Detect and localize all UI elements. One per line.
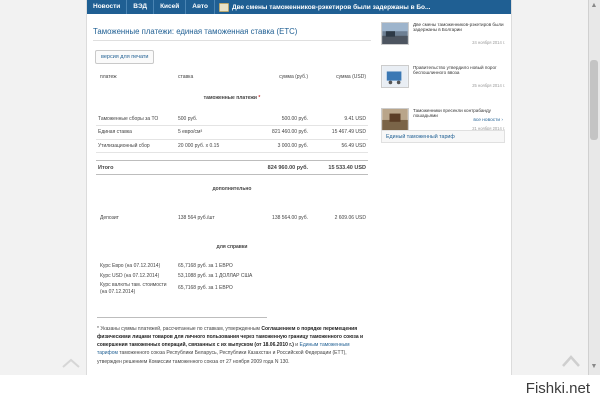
section-reference: для справки bbox=[96, 233, 368, 261]
customs-tariff-link[interactable]: Единый таможенный тариф bbox=[381, 130, 505, 143]
main-column: Таможенные платежи: единая таможенная ст… bbox=[87, 14, 377, 375]
payment-sum-usd: 15 467.49 USD bbox=[310, 125, 368, 140]
table-row: Таможенные сборы за ТО 500 руб. 500.00 р… bbox=[96, 112, 368, 126]
news-thumbnail bbox=[381, 108, 409, 131]
payment-sum-rub: 821 460.00 руб. bbox=[248, 125, 310, 140]
scrollbar[interactable] bbox=[588, 0, 600, 375]
print-version-button[interactable]: версия для печати bbox=[95, 50, 155, 64]
section-customs: таможенные платежи * bbox=[96, 84, 368, 112]
section-title-extra: дополнительно bbox=[212, 185, 252, 192]
nav-item-ved[interactable]: ВЭД bbox=[127, 0, 155, 14]
reference-name: Курс Евро (на 07.12.2014) bbox=[100, 262, 161, 269]
bottom-strip bbox=[0, 375, 600, 405]
all-news-link[interactable]: все новости › bbox=[473, 118, 503, 123]
table-row: Единая ставка 5 евро/см³ 821 460.00 руб.… bbox=[96, 125, 368, 140]
news-ticker[interactable]: Две смены таможенников-рэкетиров были за… bbox=[232, 4, 430, 11]
payment-rate: 5 евро/см³ bbox=[176, 125, 248, 140]
background-left bbox=[0, 0, 86, 375]
deposit-row: Депозит 138 564 руб./шт 138 564.00 руб. … bbox=[96, 203, 368, 233]
scrollbar-thumb[interactable] bbox=[590, 60, 598, 140]
news-item[interactable]: Две смены таможенников-рэкетиров были за… bbox=[381, 22, 507, 56]
nav-item-news[interactable]: Новости bbox=[87, 0, 128, 14]
total-sum-rub: 824 960.00 руб. bbox=[248, 160, 310, 175]
news-thumbnail bbox=[381, 22, 409, 45]
nav-item-kisei[interactable]: Кисей bbox=[154, 0, 187, 14]
payment-name: Утилизационный сбор bbox=[96, 139, 176, 153]
background-right bbox=[512, 0, 588, 375]
scroll-top-arrow-icon[interactable] bbox=[562, 355, 580, 367]
news-thumbnail bbox=[381, 65, 409, 88]
reference-name: Курс USD (на 07.12.2014) bbox=[100, 272, 160, 279]
deposit-rate: 138 564 руб./шт bbox=[178, 214, 215, 221]
total-sum-usd: 15 533.40 USD bbox=[310, 160, 368, 175]
column-header-sum-usd: сумма (USD) bbox=[336, 74, 366, 80]
news-date: 25 ноября 2014 г. bbox=[472, 83, 505, 88]
footnote-intro: * Указаны суммы платежей, рассчитанные п… bbox=[97, 325, 260, 332]
deposit-sum-usd: 2 609.06 USD bbox=[334, 214, 366, 221]
page-title: Таможенные платежи: единая таможенная ст… bbox=[93, 27, 371, 41]
newspaper-icon bbox=[218, 2, 229, 12]
payment-name: Единая ставка bbox=[96, 125, 176, 140]
chevron-right-icon: › bbox=[501, 118, 503, 123]
payment-sum-rub: 500.00 руб. bbox=[248, 112, 310, 126]
news-title[interactable]: Две смены таможенников-рэкетиров были за… bbox=[413, 22, 505, 33]
payment-sum-usd: 56.49 USD bbox=[310, 139, 368, 153]
reference-row: Курс Евро (на 07.12.2014) 65,7168 руб. з… bbox=[96, 261, 368, 271]
footnote-conjunction: и bbox=[295, 342, 299, 349]
reference-value: 53,1088 руб. за 1 ДОЛЛАР США bbox=[178, 272, 253, 279]
scroll-up-icon[interactable]: ▲ bbox=[590, 2, 598, 10]
table-header: платеж ставка сумма (руб.) сумма (USD) bbox=[96, 70, 368, 84]
payment-sum-rub: 3 000.00 руб. bbox=[248, 139, 310, 153]
news-item[interactable]: Правительство утвердило новый порог бесп… bbox=[381, 65, 507, 99]
watermark: Fishki.net bbox=[525, 380, 590, 397]
scroll-top-arrow-icon bbox=[62, 358, 80, 368]
news-title[interactable]: Правительство утвердило новый порог бесп… bbox=[413, 65, 505, 76]
footnote: * Указаны суммы платежей, рассчитанные п… bbox=[97, 325, 367, 366]
payment-name: Таможенные сборы за ТО bbox=[96, 112, 176, 126]
sidebar: Две смены таможенников-рэкетиров были за… bbox=[381, 14, 507, 375]
top-navigation: Новости ВЭД Кисей Авто Две смены таможен… bbox=[87, 0, 511, 14]
section-title-reference: для справки bbox=[216, 243, 248, 250]
reference-row: Курс USD (на 07.12.2014) 53,1088 руб. за… bbox=[96, 271, 368, 281]
page-content: Новости ВЭД Кисей Авто Две смены таможен… bbox=[86, 0, 512, 375]
column-header-payment: платеж bbox=[100, 74, 117, 80]
all-news-label[interactable]: все новости bbox=[473, 118, 500, 123]
payment-rate: 20 000 руб. х 0.15 bbox=[176, 139, 248, 153]
footnote-divider bbox=[97, 316, 267, 318]
reference-value: 65,7168 руб. за 1 ЕВРО bbox=[178, 262, 233, 269]
payment-sum-usd: 9.41 USD bbox=[310, 112, 368, 126]
column-header-rate: ставка bbox=[178, 74, 194, 80]
footnote-tail: таможенного союза Республики Беларусь, Р… bbox=[97, 350, 347, 365]
reference-row: Курс валюты там. стоимости (на 07.12.201… bbox=[96, 281, 368, 297]
deposit-sum-rub: 138 564.00 руб. bbox=[272, 214, 308, 221]
total-row: Итого 824 960.00 руб. 15 533.40 USD bbox=[96, 160, 368, 175]
asterisk-mark: * bbox=[258, 95, 261, 101]
nav-item-auto[interactable]: Авто bbox=[186, 0, 215, 14]
total-label: Итого bbox=[96, 160, 248, 175]
section-title-customs: таможенные платежи bbox=[203, 95, 257, 101]
column-header-sum-rub: сумма (руб.) bbox=[279, 74, 308, 80]
payments-table: платеж ставка сумма (руб.) сумма (USD) т… bbox=[96, 70, 368, 297]
payment-rate: 500 руб. bbox=[176, 112, 248, 126]
section-extra: дополнительно bbox=[96, 175, 368, 203]
table-row: Утилизационный сбор 20 000 руб. х 0.15 3… bbox=[96, 139, 368, 153]
reference-name: Курс валюты там. стоимости (на 07.12.201… bbox=[100, 281, 167, 295]
scroll-down-icon[interactable]: ▼ bbox=[590, 363, 598, 371]
reference-value: 65,7168 руб. за 1 ЕВРО bbox=[178, 285, 233, 291]
news-date: 24 ноября 2014 г. bbox=[472, 40, 505, 45]
deposit-name: Депозит bbox=[100, 214, 119, 221]
